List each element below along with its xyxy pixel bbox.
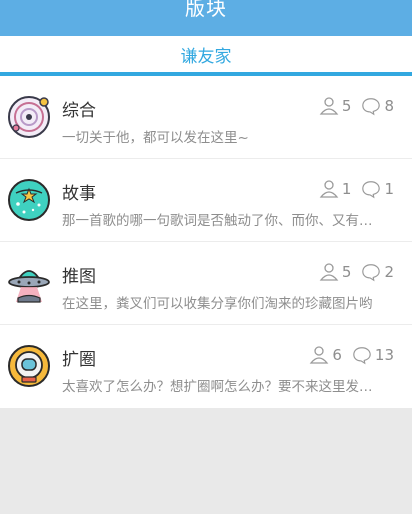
board-stats: 5 2 xyxy=(319,262,394,282)
board-name: 扩圈 xyxy=(62,350,96,370)
members-icon xyxy=(310,346,329,364)
board-item-gushi[interactable]: 故事 1 1 那一首歌的哪一句歌词是否触动了你、而你、又有… xyxy=(0,159,412,242)
board-name: 综合 xyxy=(62,101,96,121)
member-count: 5 xyxy=(341,263,352,281)
members-icon xyxy=(319,97,339,115)
board-list: 综合 5 8 一切关于他，都可以发在这里~ 故事 1 1 那一首歌的哪一句歌词是… xyxy=(0,76,412,408)
board-item-zonghe[interactable]: 综合 5 8 一切关于他，都可以发在这里~ xyxy=(0,76,412,159)
tab-qianyoujia[interactable]: 谦友家 xyxy=(0,36,412,72)
tab-label: 谦友家 xyxy=(180,46,232,67)
members-icon xyxy=(319,180,339,198)
comment-count: 2 xyxy=(384,263,394,281)
board-item-tuitu[interactable]: 推图 5 2 在这里，粪叉们可以收集分享你们淘来的珍藏图片哟 xyxy=(0,242,412,325)
board-stats: 5 8 xyxy=(319,96,394,116)
board-description: 太喜欢了怎么办？想扩圈啊怎么办？要不来这里发… xyxy=(62,379,373,395)
comment-icon xyxy=(362,264,381,282)
comment-icon xyxy=(362,181,381,199)
page-title: 版块 xyxy=(185,0,227,20)
comment-icon xyxy=(362,98,381,116)
comment-count: 8 xyxy=(384,97,394,115)
board-stats: 6 13 xyxy=(309,345,394,365)
ufo-icon xyxy=(8,270,50,303)
member-count: 1 xyxy=(341,180,352,198)
member-count: 6 xyxy=(332,346,342,364)
star-globe-icon xyxy=(8,179,50,221)
member-count: 5 xyxy=(341,97,352,115)
members-icon xyxy=(319,263,339,281)
board-name: 推图 xyxy=(62,267,96,287)
comment-count: 13 xyxy=(374,346,394,364)
comment-count: 1 xyxy=(384,180,394,198)
board-description: 在这里，粪叉们可以收集分享你们淘来的珍藏图片哟 xyxy=(62,296,373,312)
board-stats: 1 1 xyxy=(319,179,394,199)
board-name: 故事 xyxy=(62,184,96,204)
title-bar: 版块 xyxy=(0,0,412,36)
board-description: 那一首歌的哪一句歌词是否触动了你、而你、又有… xyxy=(62,213,373,229)
board-description: 一切关于他，都可以发在这里~ xyxy=(62,130,249,146)
comment-icon xyxy=(353,347,371,365)
planet-icon xyxy=(8,96,50,138)
astronaut-icon xyxy=(8,345,50,387)
board-item-kuoquan[interactable]: 扩圈 6 13 太喜欢了怎么办？想扩圈啊怎么办？要不来这里发… xyxy=(0,325,412,408)
